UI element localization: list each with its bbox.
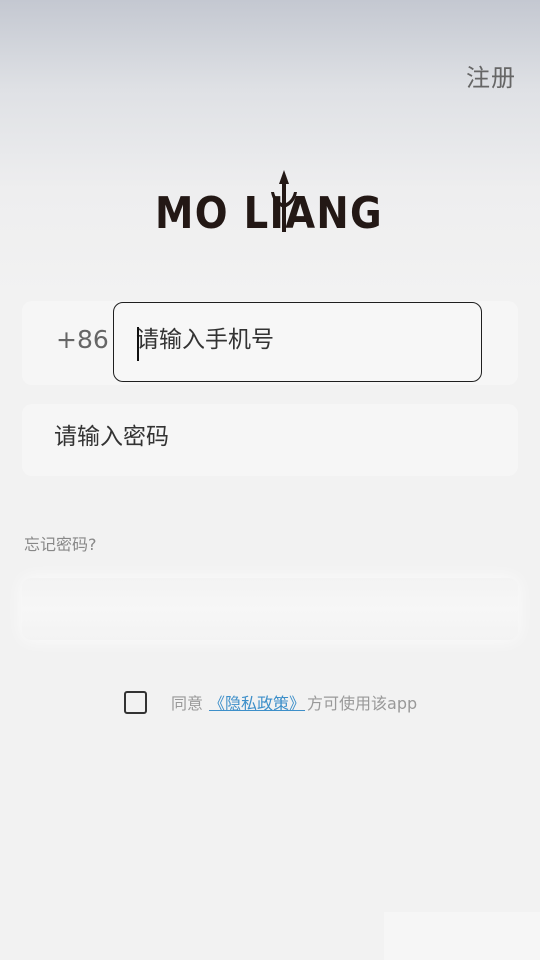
login-button[interactable] [22,578,518,640]
forgot-password-link[interactable]: 忘记密码? [24,531,97,555]
register-link[interactable]: 注册 [466,58,516,93]
agreement-row: 同意 《隐私政策》 方可使用该app [124,688,417,716]
agree-checkbox[interactable] [124,690,147,714]
agreement-suffix: 方可使用该app [307,694,418,713]
privacy-policy-link[interactable]: 《隐私政策》 [209,690,305,714]
password-row[interactable] [22,404,518,476]
logo: MO LIANG [155,170,383,234]
corner-patch [384,912,540,960]
country-code[interactable]: +86 [56,325,109,354]
phone-row: +86 [22,301,518,385]
phone-input-box[interactable] [113,302,482,382]
password-input[interactable] [54,424,494,450]
phone-input[interactable] [136,327,456,353]
text-cursor [137,327,139,361]
agreement-prefix: 同意 [171,694,204,713]
logo-text: MO LIANG [155,188,383,234]
